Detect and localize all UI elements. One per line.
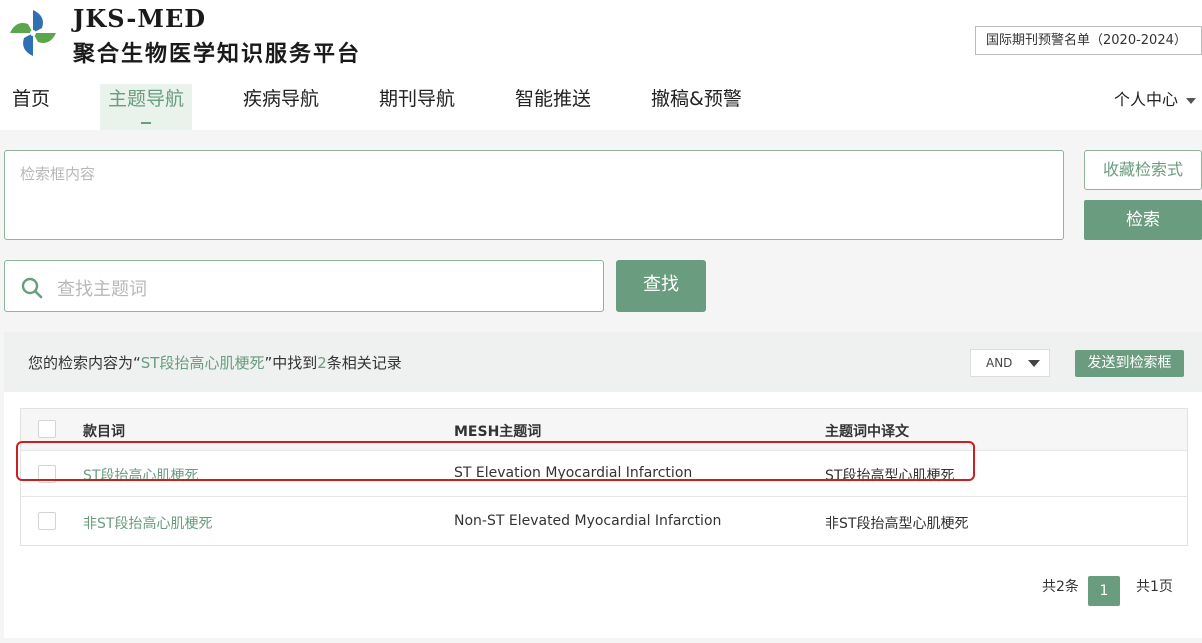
topic-search-placeholder: 查找主题词 [57,279,147,300]
select-all-checkbox[interactable] [38,420,56,438]
chevron-down-icon [1028,360,1040,367]
send-to-search-box-button[interactable]: 发送到检索框 [1075,350,1184,377]
nav-item-disease-navigation[interactable]: 疾病导航 [243,84,319,130]
brand-name-cn: 聚合生物医学知识服务平台 [73,41,362,67]
main-nav: 首页 主题导航 疾病导航 期刊导航 智能推送 撤稿&预警 个人中心 [0,72,1202,130]
table-row: 非ST段抬高心肌梗死 Non-ST Elevated Myocardial In… [21,498,1187,544]
nav-item-journal-navigation[interactable]: 期刊导航 [379,84,455,130]
column-header-translation: 主题词中译文 [825,424,909,440]
boolean-operator-select[interactable]: AND [970,349,1050,377]
translation: 非ST段抬高型心肌梗死 [825,516,969,532]
result-summary-bar: 您的检索内容为“ST段抬高心肌梗死”中找到2条相关记录 AND 发送到检索框 [4,332,1202,392]
nav-item-label: 主题导航 [108,88,185,110]
result-suffix: 条相关记录 [326,354,402,372]
entry-term-link[interactable]: 非ST段抬高心肌梗死 [83,513,212,533]
find-button[interactable]: 查找 [616,260,706,312]
brand-name-en: JKS-MED [73,4,207,33]
active-indicator [141,122,151,124]
nav-item-home[interactable]: 首页 [12,84,50,130]
operator-value: AND [986,356,1013,370]
pagination-total-pages: 共1页 [1136,579,1173,595]
topic-search-input[interactable]: 查找主题词 [4,260,604,312]
search-query-textarea[interactable]: 检索框内容 [4,150,1064,240]
user-center-label: 个人中心 [1114,90,1179,109]
save-search-button[interactable]: 收藏检索式 [1084,150,1202,190]
header: JKS-MED 聚合生物医学知识服务平台 国际期刊预警名单（2020-2024） [0,0,1202,72]
column-header-entry-term: 款目词 [83,424,125,440]
result-summary: 您的检索内容为“ST段抬高心肌梗死”中找到2条相关记录 [28,352,402,373]
result-count: 2 [317,354,327,372]
user-center-menu[interactable]: 个人中心 [1114,86,1197,110]
result-prefix: 您的检索内容为“ [28,354,141,372]
page-button-current[interactable]: 1 [1088,576,1120,606]
journal-warning-list-link[interactable]: 国际期刊预警名单（2020-2024） [975,26,1202,55]
nav-item-smart-push[interactable]: 智能推送 [515,84,591,130]
search-icon [21,277,43,299]
search-button[interactable]: 检索 [1084,200,1202,240]
row-highlight-annotation [16,441,975,481]
result-query: ST段抬高心肌梗死 [140,354,265,372]
result-middle: ”中找到 [264,354,318,372]
chevron-down-icon [1186,97,1197,104]
pagination-total: 共2条 [1042,579,1079,595]
results-panel: 款目词 MESH主题词 主题词中译文 ST段抬高心肌梗死 ST Elevatio… [4,392,1202,638]
main-content: 检索框内容 收藏检索式 检索 查找主题词 查找 您的检索内容为“ST段抬高心肌梗… [0,130,1202,643]
nav-item-retraction-warning[interactable]: 撤稿&预警 [651,84,742,130]
mesh-term: Non-ST Elevated Myocardial Infarction [454,513,722,529]
pinwheel-logo-icon[interactable] [6,6,60,60]
column-header-mesh-term: MESH主题词 [454,424,542,440]
nav-item-topic-navigation[interactable]: 主题导航 [100,84,193,130]
row-checkbox[interactable] [38,512,56,530]
